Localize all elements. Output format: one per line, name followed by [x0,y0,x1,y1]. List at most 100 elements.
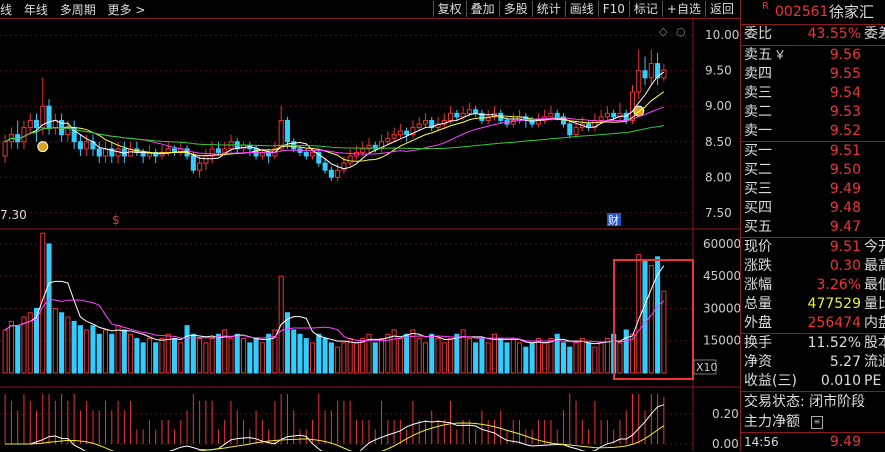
tick-price: 9.49 [829,434,861,450]
volume-bar [171,338,178,374]
stock-name[interactable]: 徐家汇 [829,0,874,24]
indicator-bar [205,400,207,444]
diamond-icon[interactable]: ◇ [659,25,668,38]
tick-time: 14:56 [744,435,779,449]
financial-report-marker[interactable]: 财 [608,213,619,227]
stat-row: 外盘 256474内盘 [741,314,885,333]
volume-bar [21,316,27,374]
volume-bar [303,338,309,374]
mark-button[interactable]: 标记 [628,1,662,17]
volume-bar [435,338,441,374]
multi-stock-button[interactable]: 多股 [498,1,532,17]
volume-bar [316,333,322,374]
draw-line-button[interactable]: 画线 [564,1,598,17]
indicator-bar [406,429,408,444]
restore-rights-button[interactable]: 复权 [432,1,466,17]
period-year[interactable]: 年线 [24,3,48,17]
indicator-tick-label: 0.20 [712,407,739,421]
period-more[interactable]: 更多 > [108,3,146,17]
bid-label: 买四 [744,200,772,216]
indicator-bar [456,429,458,444]
chart-toolbar: 线 年线 多周期 更多 > 复权 叠加 多股 统计 画线 F10 标记 +自选 … [0,0,740,19]
indicator-bar [349,400,351,444]
volume-bar [567,346,573,374]
volume-bar [592,346,598,374]
stat-row: 收益(三) 0.010 PE [741,372,885,391]
axis-labels: 10.00 9.50 9.00 8.50 8.00 7.50 60000 45000 30000… [703,28,740,451]
volume-bar [84,329,90,374]
candle-body [278,119,284,150]
overlay-button[interactable]: 叠加 [465,1,499,17]
price-tick-label: 10.00 [705,28,739,42]
volume-bar [517,342,523,374]
ask-row: 卖二 9.53 [741,103,885,122]
stat-value: 3.26% [816,277,861,293]
indicator-bar [123,410,125,444]
stock-chart[interactable]: 10.00 9.50 9.00 8.50 8.00 7.50 60000 45000 30000… [0,19,740,451]
bid-price: 9.50 [829,162,861,178]
volume-bar [529,342,535,374]
stat-value: 9.51 [829,239,861,255]
indicator-bar [412,400,414,444]
volume-bar [335,346,341,374]
stat-label: 收益(三) [744,373,797,389]
volume-bar [429,333,435,374]
back-button[interactable]: 返回 [704,1,738,17]
indicator-bar [481,410,483,444]
indicator-bar [224,420,226,444]
circle-icon[interactable]: ○ [676,25,686,38]
volume-bar [498,338,504,374]
indicator-bar [431,410,433,444]
volume-bar [209,338,215,374]
volume-bar [291,329,297,374]
candle-body [454,112,460,118]
volume-bar [504,342,510,374]
indicator-bar [73,394,75,444]
candle-body [284,119,290,143]
stock-code[interactable]: 002561 [775,0,828,24]
candle-body [328,169,334,178]
volume-bar [535,338,541,374]
f10-button[interactable]: F10 [597,1,629,17]
indicator-bar [180,420,182,444]
volume-bar [190,333,196,374]
stat-label: 涨跌 [744,258,772,274]
stat-value: 11.52% [807,335,861,351]
main-net-row[interactable]: 主力净额 ≡ [741,412,885,432]
stat-value: 5.27 [829,354,861,370]
indicator-bar [136,429,138,444]
price-tick-label: 7.50 [705,206,732,220]
indicator-bar [650,394,652,444]
main-net-label: 主力净额 [744,414,800,430]
dividend-marker[interactable]: $ [112,213,120,227]
candle-body [598,116,604,121]
indicator-bar [487,420,489,444]
list-icon[interactable]: ≡ [811,416,823,429]
period-line[interactable]: 线 [0,3,12,17]
candle-body [448,112,454,121]
volume-bar [109,333,115,374]
indicator-bar [79,410,81,444]
ask-label: 卖四 [744,66,772,82]
candle-body [554,112,560,118]
stat-label-right: 股本 [864,335,885,351]
volume-bar [322,338,328,374]
bid-label: 买五 [744,219,772,235]
statistics-button[interactable]: 统计 [531,1,565,17]
candle-body [473,109,479,114]
candle-body [648,63,654,79]
volume-bar [404,333,410,374]
volume-bar [416,338,422,374]
volume-bar [284,312,290,374]
stat-label-right: 今开 [864,239,885,255]
order-diff-label: 委差 [864,26,885,42]
indicator-bar [61,394,63,444]
stat-value: 477529 [807,296,861,312]
indicator-bar [274,400,276,444]
period-multi[interactable]: 多周期 [60,3,96,17]
low-price-label: 7.30 [0,208,27,222]
trade-status: 交易状态: 闭市阶段 [744,394,866,410]
candle-body [77,141,83,150]
add-watchlist-button[interactable]: +自选 [661,1,705,17]
candle-body [2,141,8,157]
